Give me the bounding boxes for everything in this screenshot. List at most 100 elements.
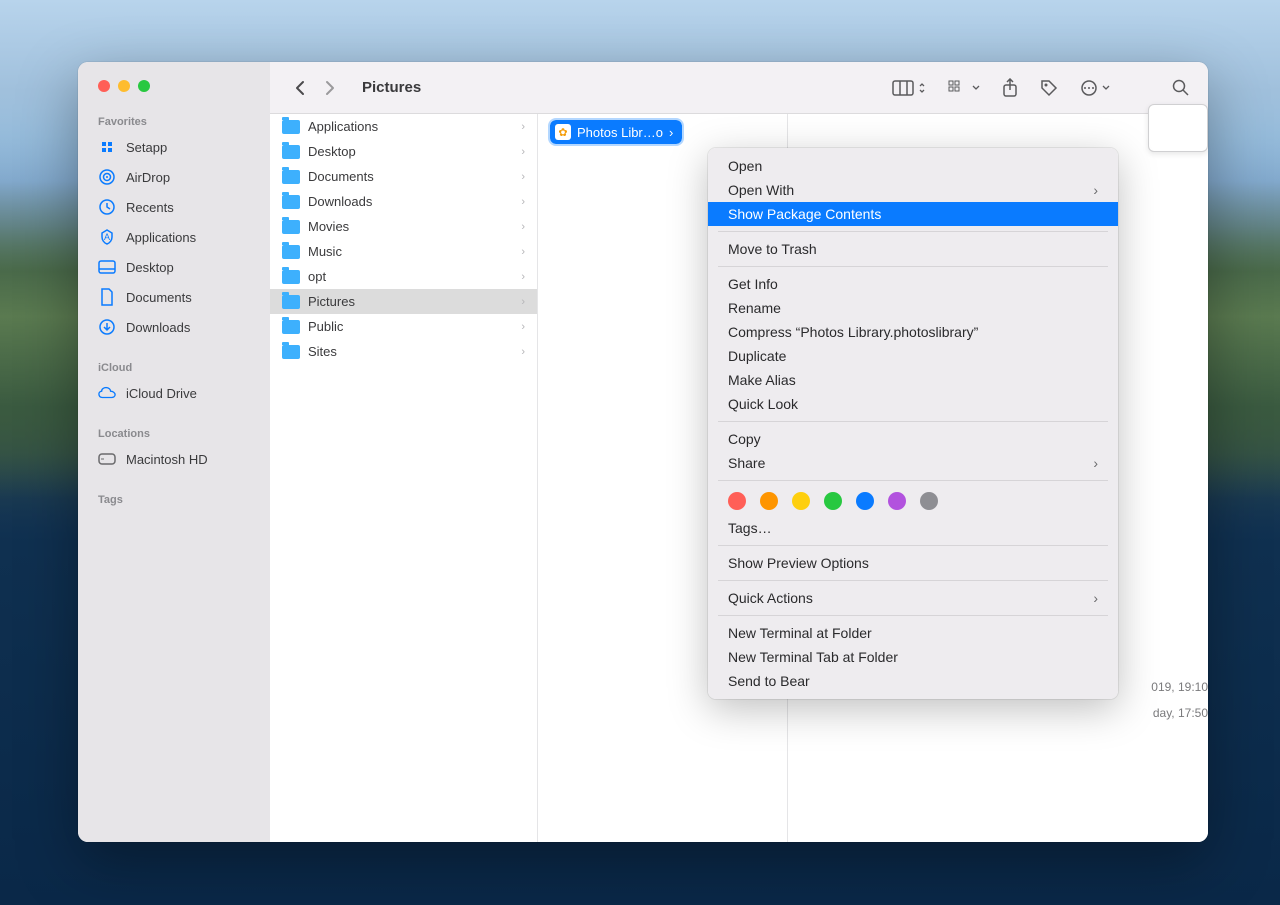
chevron-right-icon: › bbox=[1093, 590, 1098, 606]
menu-item-label: Tags… bbox=[728, 520, 772, 536]
tag-color[interactable] bbox=[888, 492, 906, 510]
airdrop-icon bbox=[98, 168, 116, 186]
context-menu: Open Open With› Show Package Contents Move … bbox=[708, 148, 1118, 699]
file-photos-library[interactable]: Photos Libr…o› bbox=[546, 118, 779, 146]
folder-public[interactable]: Public › bbox=[270, 314, 537, 339]
menu-item-show-package-contents[interactable]: Show Package Contents bbox=[708, 202, 1118, 226]
setapp-icon bbox=[98, 138, 116, 156]
action-button[interactable] bbox=[1080, 79, 1110, 97]
minimize-window-button[interactable] bbox=[118, 80, 130, 92]
menu-item-label: Make Alias bbox=[728, 372, 796, 388]
menu-item-label: Quick Look bbox=[728, 396, 798, 412]
menu-item-open[interactable]: Open bbox=[708, 154, 1118, 178]
folder-pictures[interactable]: Pictures› bbox=[270, 289, 537, 314]
folder-applications[interactable]: Applications› bbox=[270, 114, 537, 139]
menu-item-tags[interactable]: Tags… bbox=[708, 516, 1118, 540]
folder-label: Pictures bbox=[308, 294, 355, 309]
menu-item-label: Compress “Photos Library.photoslibrary” bbox=[728, 324, 978, 340]
folder-movies[interactable]: Movies› bbox=[270, 214, 537, 239]
chevron-right-icon: › bbox=[521, 321, 525, 333]
zoom-window-button[interactable] bbox=[138, 80, 150, 92]
forward-button[interactable] bbox=[318, 76, 342, 100]
sidebar-item-desktop[interactable]: Desktop bbox=[78, 252, 270, 282]
tag-color-row bbox=[708, 486, 1118, 516]
menu-item-quick-actions[interactable]: Quick Actions› bbox=[708, 586, 1118, 610]
chevron-right-icon: › bbox=[521, 271, 525, 283]
tag-color[interactable] bbox=[760, 492, 778, 510]
menu-item-move-to-trash[interactable]: Move to Trash bbox=[708, 237, 1118, 261]
menu-item-open-with[interactable]: Open With› bbox=[708, 178, 1118, 202]
folder-label: Sites bbox=[308, 344, 337, 359]
folder-music[interactable]: Music› bbox=[270, 239, 537, 264]
folder-icon bbox=[282, 145, 300, 159]
folder-opt[interactable]: opt › bbox=[270, 264, 537, 289]
folder-label: Public bbox=[308, 319, 343, 334]
close-window-button[interactable] bbox=[98, 80, 110, 92]
menu-separator bbox=[718, 545, 1108, 546]
recents-icon bbox=[98, 198, 116, 216]
tag-color[interactable] bbox=[728, 492, 746, 510]
tags-button[interactable] bbox=[1040, 79, 1058, 97]
folder-icon bbox=[282, 220, 300, 234]
menu-item-send-to-bear[interactable]: Send to Bear bbox=[708, 669, 1118, 693]
folder-icon bbox=[282, 120, 300, 134]
window-title: Pictures bbox=[362, 79, 421, 96]
folder-label: opt bbox=[308, 269, 326, 284]
folder-label: Desktop bbox=[308, 144, 356, 159]
menu-item-copy[interactable]: Copy bbox=[708, 427, 1118, 451]
chevron-right-icon: › bbox=[669, 125, 673, 140]
photos-library-icon bbox=[555, 124, 571, 140]
menu-item-get-info[interactable]: Get Info bbox=[708, 272, 1118, 296]
menu-item-label: Open bbox=[728, 158, 762, 174]
menu-item-show-preview-options[interactable]: Show Preview Options bbox=[708, 551, 1118, 575]
chevron-right-icon: › bbox=[521, 146, 525, 158]
desktop-icon bbox=[98, 258, 116, 276]
folder-desktop[interactable]: Desktop › bbox=[270, 139, 537, 164]
tag-color[interactable] bbox=[824, 492, 842, 510]
menu-item-label: New Terminal at Folder bbox=[728, 625, 872, 641]
menu-item-rename[interactable]: Rename bbox=[708, 296, 1118, 320]
tag-color[interactable] bbox=[856, 492, 874, 510]
back-button[interactable] bbox=[288, 76, 312, 100]
menu-item-duplicate[interactable]: Duplicate bbox=[708, 344, 1118, 368]
menu-item-new-terminal-at-folder[interactable]: New Terminal at Folder bbox=[708, 621, 1118, 645]
sidebar-item-label: iCloud Drive bbox=[126, 386, 197, 401]
sidebar-item-airdrop[interactable]: AirDrop bbox=[78, 162, 270, 192]
chevron-right-icon: › bbox=[521, 196, 525, 208]
menu-item-quick-look[interactable]: Quick Look bbox=[708, 392, 1118, 416]
menu-item-compress-photos-library-photoslibrary[interactable]: Compress “Photos Library.photoslibrary” bbox=[708, 320, 1118, 344]
sidebar-heading: Favorites bbox=[78, 110, 270, 132]
sidebar-item-icloud-drive[interactable]: iCloud Drive bbox=[78, 378, 270, 408]
share-button[interactable] bbox=[1002, 78, 1018, 98]
search-button[interactable] bbox=[1172, 79, 1190, 97]
sidebar-item-documents[interactable]: Documents bbox=[78, 282, 270, 312]
folder-sites[interactable]: Sites› bbox=[270, 339, 537, 364]
folder-label: Applications bbox=[308, 119, 378, 134]
documents-icon bbox=[98, 288, 116, 306]
downloads-icon bbox=[98, 318, 116, 336]
sidebar-item-applications[interactable]: AApplications bbox=[78, 222, 270, 252]
sidebar-item-label: Downloads bbox=[126, 320, 190, 335]
sidebar-item-macintosh-hd[interactable]: Macintosh HD bbox=[78, 444, 270, 474]
view-columns-button[interactable] bbox=[892, 80, 926, 96]
tag-color[interactable] bbox=[792, 492, 810, 510]
chevron-right-icon: › bbox=[521, 246, 525, 258]
tag-color[interactable] bbox=[920, 492, 938, 510]
folder-documents[interactable]: Documents› bbox=[270, 164, 537, 189]
folder-icon bbox=[282, 195, 300, 209]
menu-item-label: Show Package Contents bbox=[728, 206, 881, 222]
sidebar-item-label: Setapp bbox=[126, 140, 167, 155]
group-by-button[interactable] bbox=[948, 80, 980, 96]
sidebar-item-recents[interactable]: Recents bbox=[78, 192, 270, 222]
menu-item-make-alias[interactable]: Make Alias bbox=[708, 368, 1118, 392]
menu-item-label: Rename bbox=[728, 300, 781, 316]
sidebar: Favorites Setapp AirDropRecentsAApplicatio… bbox=[78, 62, 270, 842]
sidebar-item-downloads[interactable]: Downloads bbox=[78, 312, 270, 342]
menu-separator bbox=[718, 615, 1108, 616]
folder-downloads[interactable]: Downloads› bbox=[270, 189, 537, 214]
menu-separator bbox=[718, 480, 1108, 481]
menu-item-share[interactable]: Share› bbox=[708, 451, 1118, 475]
sidebar-item-setapp[interactable]: Setapp bbox=[78, 132, 270, 162]
menu-item-new-terminal-tab-at-folder[interactable]: New Terminal Tab at Folder bbox=[708, 645, 1118, 669]
chevron-right-icon: › bbox=[1093, 182, 1098, 198]
